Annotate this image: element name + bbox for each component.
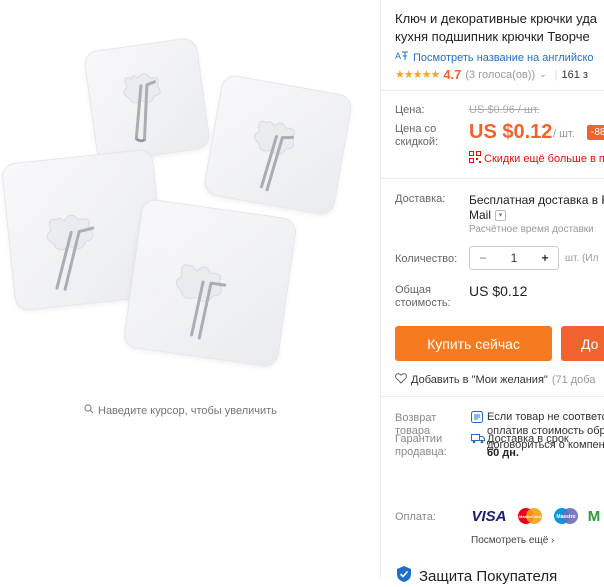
divider: [381, 396, 604, 397]
hook-image-4: [122, 197, 298, 369]
translate-icon: A: [395, 50, 409, 65]
zoom-hint: Наведите курсор, чтобы увеличить: [84, 404, 277, 417]
payment-methods: VISA MasterCard Maestro M: [469, 506, 601, 526]
total-label: Общая стоимость:: [395, 284, 451, 309]
price-label: Цена:: [395, 104, 425, 116]
svg-text:MasterCard: MasterCard: [519, 514, 542, 519]
mastercard-logo: MasterCard: [515, 506, 545, 526]
shipping-option: Бесплатная доставка в Ru: [469, 193, 604, 207]
add-to-wishlist-link[interactable]: Добавить в "Мои желания" (71 доба: [395, 373, 595, 387]
shield-icon: [395, 565, 413, 587]
zoom-hint-text: Наведите курсор, чтобы увеличить: [98, 404, 277, 417]
rating-votes[interactable]: (3 голоса(ов)): [465, 69, 535, 81]
quantity-decrease-button[interactable]: −: [470, 251, 496, 265]
quantity-stepper: − 1 +: [469, 246, 559, 270]
chevron-down-icon[interactable]: ⌄: [539, 69, 547, 80]
visa-logo: VISA: [471, 507, 507, 525]
guarantee-text: Доставка в срок: [487, 433, 569, 445]
price-unit: / шт.: [553, 128, 575, 140]
search-icon: [84, 404, 94, 417]
current-price: US $0.12: [469, 121, 553, 143]
payment-label: Оплата:: [395, 511, 436, 523]
divider: |: [554, 68, 558, 81]
delivery-time: Расчётное время доставки: [469, 224, 594, 235]
translate-title-link[interactable]: A Посмотреть название на английско: [395, 50, 594, 65]
discount-price-label: Цена со скидкой:: [395, 123, 439, 148]
app-promo-link[interactable]: Скидки ещё больше в п: [469, 151, 604, 166]
buy-now-button[interactable]: Купить сейчас: [395, 326, 552, 361]
see-more-payments-link[interactable]: Посмотреть ещё ›: [471, 535, 554, 546]
product-info-panel: Ключ и декоративные крючки уда кухня под…: [380, 0, 604, 585]
hook-image-2: [202, 73, 354, 217]
rating-row: ★★★★★ 4.7 (3 голоса(ов)) ⌄ | 161 з: [395, 67, 588, 82]
heart-icon: [395, 373, 407, 387]
quantity-input[interactable]: 1: [501, 251, 527, 265]
quantity-label: Количество:: [395, 253, 458, 265]
svg-text:Maestro: Maestro: [556, 514, 575, 520]
add-to-cart-button[interactable]: До: [561, 326, 604, 361]
quantity-increase-button[interactable]: +: [532, 251, 558, 265]
rating-score: 4.7: [443, 67, 462, 82]
guarantee-days: 60 дн.: [487, 447, 519, 459]
rating-stars: ★★★★★: [395, 69, 440, 81]
buyer-protection: Защита Покупателя: [395, 565, 557, 587]
old-price: US $0.96 / шт.: [469, 104, 540, 116]
product-image-gallery[interactable]: Наведите курсор, чтобы увеличить: [0, 0, 380, 579]
maestro-logo: Maestro: [551, 506, 581, 526]
chevron-down-icon[interactable]: ▾: [495, 209, 507, 221]
delivery-truck-icon: [471, 432, 485, 447]
divider: [381, 178, 604, 179]
hook-image-1: [82, 36, 212, 164]
qr-code-icon: [469, 151, 481, 166]
payment-logo-partial: M: [587, 507, 601, 525]
total-price: US $0.12: [469, 283, 528, 299]
orders-count: 161 з: [561, 68, 588, 81]
divider: [381, 90, 604, 91]
shipping-method-select[interactable]: Mail ▾: [469, 208, 507, 222]
discount-badge: -88: [587, 125, 604, 140]
shipping-label: Доставка:: [395, 193, 446, 205]
svg-text:A: A: [395, 51, 401, 61]
product-title: Ключ и декоративные крючки уда кухня под…: [395, 11, 598, 44]
quantity-unit: шт. (Ил: [565, 253, 599, 264]
returns-info-icon: [471, 411, 483, 426]
guarantee-label: Гарантии продавца:: [395, 433, 447, 458]
